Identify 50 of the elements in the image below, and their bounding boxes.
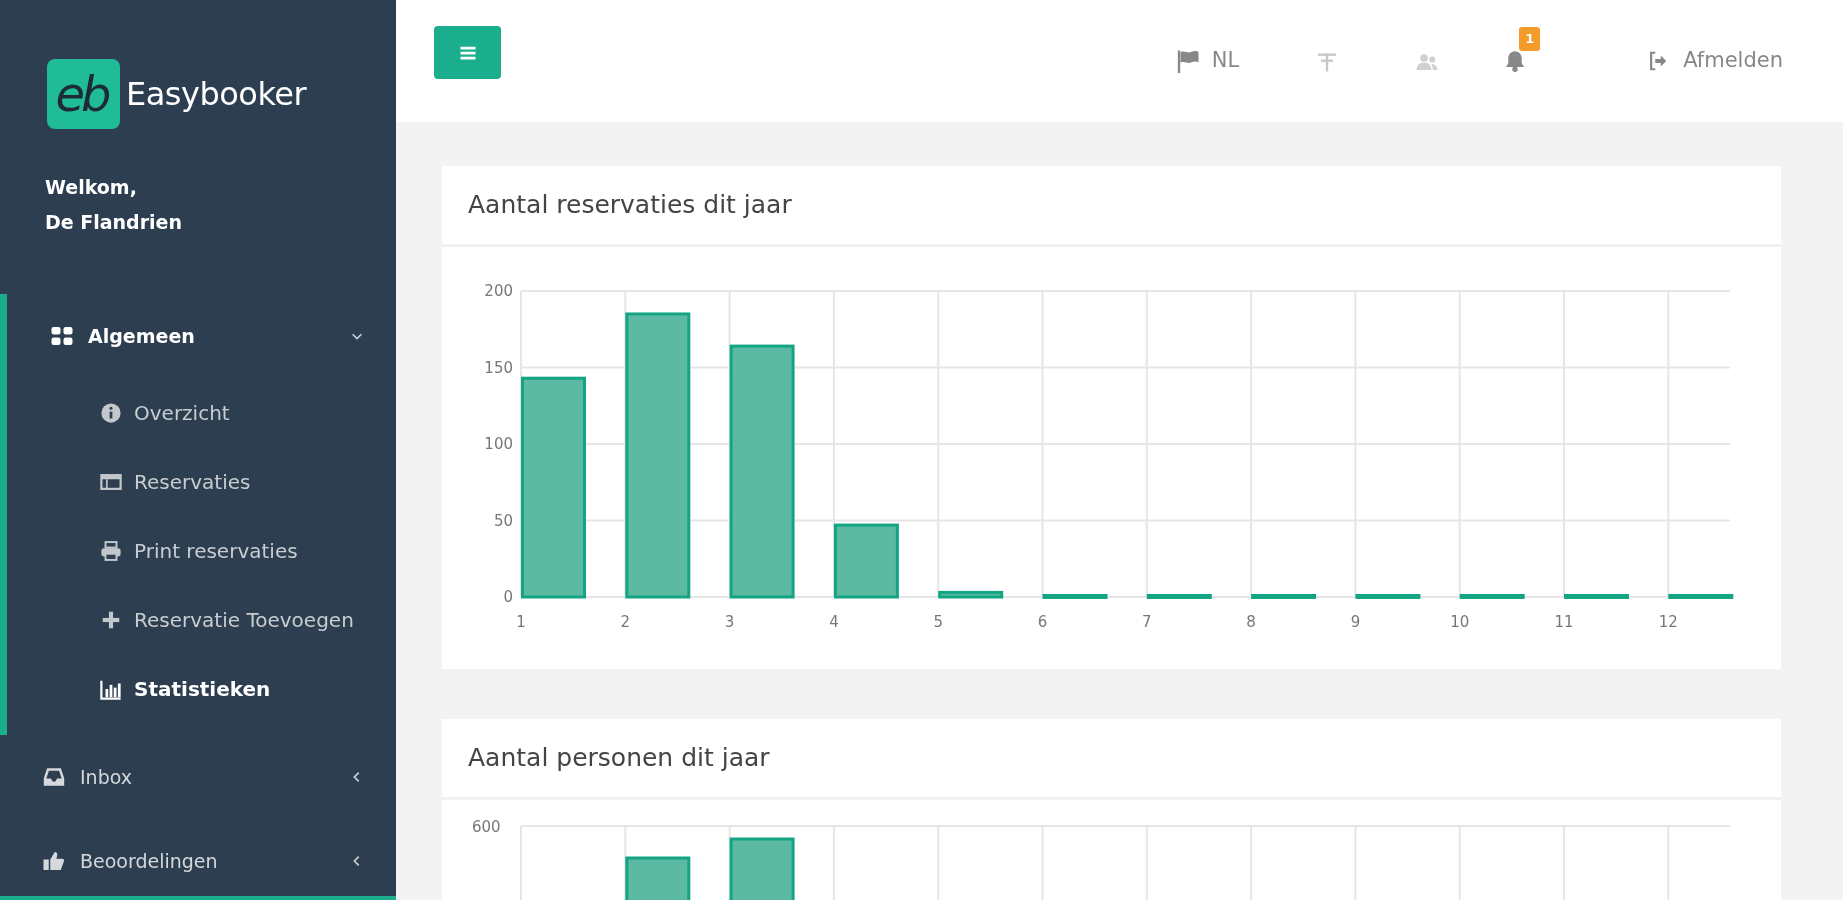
menu-button[interactable] [434,26,501,79]
menu-item[interactable]: Algemeen [88,321,195,351]
language-button[interactable]: NL [1175,45,1240,77]
x-tick-label: 3 [724,613,735,631]
menu-item[interactable]: Inbox [80,762,132,792]
bar [1668,593,1734,599]
x-tick-label: 9 [1350,613,1361,631]
bar [1042,593,1108,599]
info-icon [100,401,122,424]
notification-badge: 1 [1519,27,1541,51]
bar [1251,593,1317,599]
bar [1459,593,1525,599]
grid-icon [50,324,74,348]
y-tick-label: 100 [484,435,513,453]
logout-button[interactable]: Afmelden [1647,45,1783,77]
bar [938,590,1004,599]
submenu-item[interactable]: Print reservaties [134,535,298,566]
x-tick-label: 2 [620,613,631,631]
y-tick-label: 200 [484,282,513,300]
card-title: Aantal personen dit jaar [468,742,770,775]
y-tick-label: 0 [503,588,513,606]
y-tick-label: 50 [493,511,513,530]
thumbs-up-icon [42,849,66,873]
logo-mark: eb [47,59,120,129]
submenu-item[interactable]: Reservaties [134,466,251,497]
bar [1564,593,1629,599]
x-tick-label: 12 [1658,613,1678,631]
y-tick-label: 600 [472,817,501,838]
flag-icon [1175,49,1200,73]
bar [1146,593,1212,599]
x-tick-label: 10 [1450,613,1470,631]
x-tick-label: 1 [516,613,526,631]
x-tick-label: 8 [1246,613,1256,631]
x-tick-label: 5 [933,613,943,631]
inbox-icon [42,765,66,789]
printer-icon [100,539,122,562]
submenu-item[interactable]: Reservatie Toevoegen [134,604,354,635]
menu-item[interactable]: Beoordelingen [80,846,218,876]
x-tick-label: 11 [1554,613,1574,631]
welcome-text: Welkom, [45,175,137,200]
logo-text: Easybooker [126,74,307,115]
submenu-item[interactable]: Statistieken [134,673,271,704]
x-tick-label: 4 [829,613,839,631]
x-tick-label: 7 [1142,613,1152,631]
card-title: Aantal reservaties dit jaar [468,189,792,222]
submenu-item[interactable]: Overzicht [134,397,230,428]
bar [1355,593,1421,599]
welcome-text: De Flandrien [45,210,182,235]
y-tick-label: 150 [484,358,513,377]
x-tick-label: 6 [1037,613,1048,631]
